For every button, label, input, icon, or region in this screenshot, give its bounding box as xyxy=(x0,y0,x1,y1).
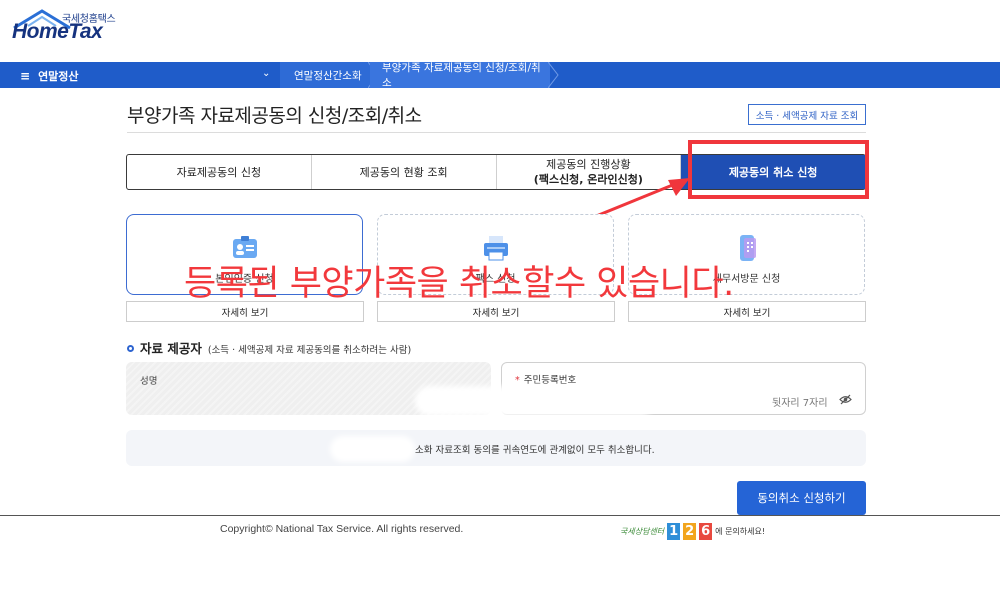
mobile-doc-icon xyxy=(740,235,756,261)
menu-icon[interactable]: ≡ xyxy=(20,69,30,83)
call-digit: 2 xyxy=(683,523,697,540)
section-title: 자료 제공자 xyxy=(140,341,202,356)
footer-divider xyxy=(0,515,1000,516)
breadcrumb-item[interactable]: 부양가족 자료제공동의 신청/조회/취소 xyxy=(370,62,550,89)
nav-menu[interactable]: ≡ 연말정산 xyxy=(20,68,79,84)
breadcrumb-item[interactable]: 연말정산간소화 xyxy=(280,62,370,88)
breadcrumb-separator-icon xyxy=(548,62,559,88)
call-digit: 6 xyxy=(699,523,713,540)
nav-menu-label: 연말정산 xyxy=(38,70,79,83)
name-field-label: 성명 xyxy=(140,376,158,387)
nav-bar: ≡ 연말정산 ⌄ 연말정산간소화 부양가족 자료제공동의 신청/조회/취소 xyxy=(0,62,1000,89)
resident-number-placeholder: 뒷자리 7자리 xyxy=(772,398,828,409)
divider xyxy=(127,132,866,133)
chevron-down-icon[interactable]: ⌄ xyxy=(262,68,270,79)
cancel-consent-submit-button[interactable]: 동의취소 신청하기 xyxy=(737,481,866,515)
required-mark: * xyxy=(515,375,520,386)
tab-consent-apply[interactable]: 자료제공동의 신청 xyxy=(127,155,312,189)
tab-consent-status[interactable]: 제공동의 현황 조회 xyxy=(312,155,497,189)
highlight-box xyxy=(688,140,869,199)
logo-text: HomeTax xyxy=(12,20,103,43)
annotation-text: 등록된 부양가족을 취소할수 있습니다. xyxy=(184,264,734,304)
page-title: 부양가족 자료제공동의 신청/조회/취소 xyxy=(127,105,422,127)
redaction-mask xyxy=(330,436,415,462)
call-digit: 1 xyxy=(667,523,681,540)
section-header: 자료 제공자 (소득 · 세액공제 자료 제공동의를 취소하려는 사람) xyxy=(127,338,411,357)
call-center-banner: 국세상담센터 1 2 6 에 문의하세요! xyxy=(620,523,765,540)
copyright-text: Copyright© National Tax Service. All rig… xyxy=(220,523,464,535)
section-description: (소득 · 세액공제 자료 제공동의를 취소하려는 사람) xyxy=(207,345,412,356)
resident-number-label: * 주민등록번호 xyxy=(515,375,577,386)
notice-text: 소화 자료조회 동의를 귀속연도에 관계없이 모두 취소합니다. xyxy=(415,445,655,456)
call-center-label: 국세상담센터 xyxy=(620,527,665,536)
bullet-icon xyxy=(127,345,134,352)
call-center-suffix: 에 문의하세요! xyxy=(715,527,766,536)
deduction-lookup-button[interactable]: 소득 · 세액공제 자료 조회 xyxy=(748,104,866,125)
redaction-mask xyxy=(415,386,655,416)
eye-off-icon[interactable] xyxy=(839,394,852,405)
